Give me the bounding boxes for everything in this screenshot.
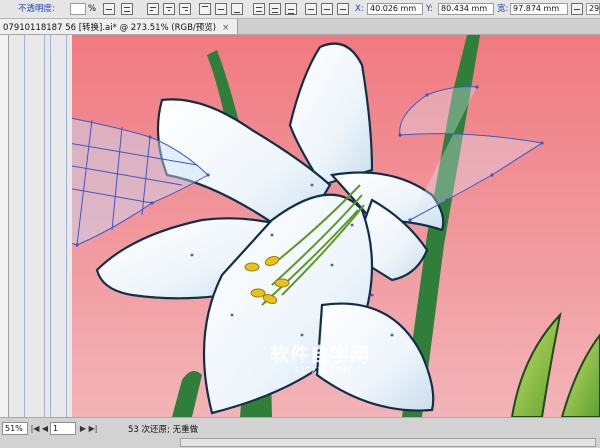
x-field[interactable]: 40.026 mm	[367, 3, 423, 15]
next-artboard-icon[interactable]: ▶	[78, 422, 88, 435]
document-tab-title: 07910118187 56 [转换].ai* @ 273.51% (RGB/预…	[3, 23, 217, 33]
status-text[interactable]: 53 次还原; 无重做	[128, 423, 198, 435]
opacity-field[interactable]	[70, 3, 86, 15]
width-label: 宽:	[497, 4, 509, 14]
previous-artboard-icon[interactable]: ◀	[40, 422, 50, 435]
isolate-icon[interactable]	[121, 3, 133, 15]
guide-line[interactable]	[44, 35, 45, 417]
distribute-center-icon[interactable]	[321, 3, 333, 15]
align-middle-icon[interactable]	[215, 3, 227, 15]
vertical-ruler[interactable]	[0, 35, 9, 417]
align-left-icon[interactable]	[147, 3, 159, 15]
pasteboard	[0, 35, 72, 417]
distribute-top-icon[interactable]	[253, 3, 265, 15]
distribute-middle-icon[interactable]	[269, 3, 281, 15]
width-field[interactable]: 97.874 mm	[510, 3, 568, 15]
link-icon[interactable]	[571, 3, 583, 15]
y-field[interactable]: 80.434 mm	[438, 3, 494, 15]
guide-line[interactable]	[24, 35, 25, 417]
distribute-bottom-icon[interactable]	[285, 3, 297, 15]
align-bottom-icon[interactable]	[231, 3, 243, 15]
recolor-icon[interactable]	[103, 3, 115, 15]
close-icon[interactable]: ×	[222, 23, 229, 33]
status-bar: 51% |◀ ◀ 1 ▶ ▶| 53 次还原; 无重做	[0, 417, 600, 448]
watermark-url: RJZXW.COM	[295, 366, 352, 375]
horizontal-scrollbar[interactable]	[180, 438, 596, 447]
distribute-left-icon[interactable]	[305, 3, 317, 15]
watermark-brand: 软件自学网	[270, 344, 371, 366]
align-top-icon[interactable]	[199, 3, 211, 15]
last-artboard-icon[interactable]: ▶|	[88, 422, 98, 435]
y-label: Y:	[426, 4, 433, 14]
guide-line[interactable]	[50, 35, 51, 417]
opacity-percent: %	[88, 4, 97, 14]
x-label: X:	[355, 4, 364, 14]
control-bar: 不透明度: % X: 40.026 mm Y: 80.434 mm 宽: 97.…	[0, 0, 600, 19]
document-tab-bar: 07910118187 56 [转换].ai* @ 273.51% (RGB/预…	[0, 19, 600, 35]
zoom-field[interactable]: 51%	[2, 422, 28, 435]
guide-line[interactable]	[66, 35, 67, 417]
align-right-icon[interactable]	[179, 3, 191, 15]
opacity-label: 不透明度:	[18, 4, 55, 14]
artboard-field[interactable]: 1	[50, 422, 76, 435]
height-field[interactable]: 29	[586, 3, 600, 15]
align-center-icon[interactable]	[163, 3, 175, 15]
transform-icon[interactable]	[337, 3, 349, 15]
document-tab[interactable]: 07910118187 56 [转换].ai* @ 273.51% (RGB/预…	[0, 19, 239, 34]
first-artboard-icon[interactable]: |◀	[30, 422, 40, 435]
